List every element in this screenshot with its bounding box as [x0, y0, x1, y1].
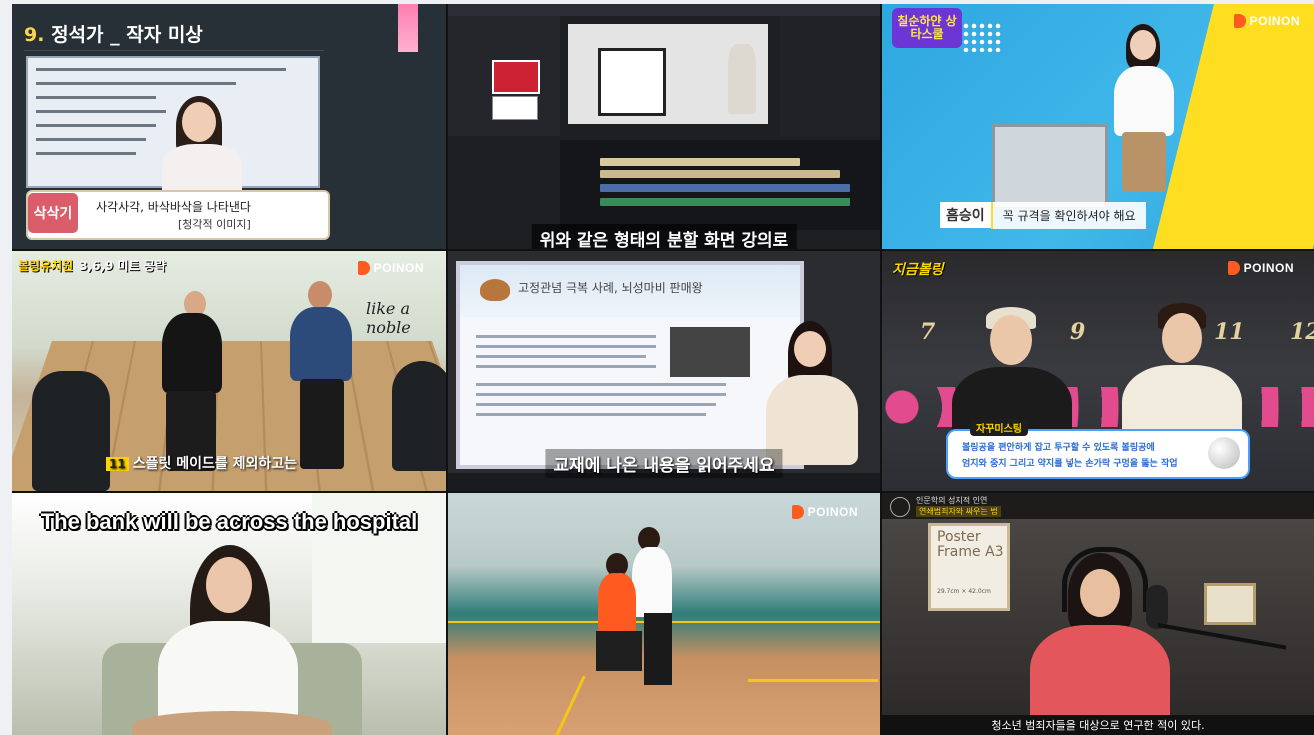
guest-face — [1162, 313, 1202, 363]
video-thumbnail-grid: 9. 정석가 _ 작자 미상 삭삭기 사각사각, 바삭바삭을 나타낸다 [청각적… — [12, 4, 1314, 735]
show-badge: 볼링유치원 3,6,9 미트 공략 — [18, 259, 166, 273]
channel-header: 인문학의 성지적 인연 연쇄범죄자와 싸우는 법 — [882, 493, 1314, 519]
lecturer-face — [182, 102, 216, 142]
student-body — [162, 313, 222, 393]
lane-number: 11 — [1214, 319, 1245, 345]
board-title: 9. 정석가 _ 작자 미상 — [24, 20, 203, 47]
lecture-tile-podcast[interactable]: 인문학의 성지적 인연 연쇄범죄자와 싸우는 법 Poster Frame A3… — [882, 493, 1314, 735]
board-title-text: 정석가 _ 작자 미상 — [51, 24, 203, 46]
subtitle: 위와 같은 형태의 분할 화면 강의로 — [531, 224, 797, 249]
lecture-tile-literature[interactable]: 9. 정석가 _ 작자 미상 삭삭기 사각사각, 바삭바삭을 나타낸다 [청각적… — [12, 4, 446, 249]
speaker-face — [206, 557, 252, 613]
presenter-top — [1114, 66, 1174, 136]
coach-legs — [644, 613, 672, 685]
caption-icon: 11 — [106, 457, 129, 471]
header-line-1: 인문학의 성지적 인연 — [916, 496, 988, 505]
board-divider — [24, 50, 324, 51]
product-cart — [992, 124, 1108, 210]
caption-line-2: [청각적 이미지] — [178, 218, 251, 231]
student-body — [598, 573, 636, 633]
lane-number: 7 — [920, 319, 936, 345]
bowling-balls — [882, 387, 1314, 427]
poinon-logo-icon — [357, 261, 370, 275]
board-title: 고정관념 극복 사례, 뇌성마비 판매왕 — [518, 281, 703, 295]
brand-logo: POINON — [791, 505, 858, 519]
host-face — [990, 315, 1032, 365]
coach-legs — [300, 379, 344, 469]
student-legs — [596, 631, 642, 671]
yellow-background-shape — [1151, 4, 1314, 249]
board-title-number: 9. — [24, 24, 45, 46]
channel-icon — [890, 497, 910, 517]
dots-decor — [962, 22, 1002, 52]
board-photo — [670, 327, 750, 377]
lane-number: 9 — [1070, 319, 1086, 345]
info-line-1: 볼링공을 편안하게 잡고 투구할 수 있도록 볼링공에 — [962, 443, 1155, 453]
speaker-name: 흠승이 — [940, 202, 991, 228]
wall-frame — [1204, 583, 1256, 625]
editor-menubar — [448, 4, 880, 16]
lecture-tile-english[interactable]: The bank will be across the hospital — [12, 493, 446, 735]
lecturer-face — [794, 331, 826, 367]
info-line-2: 엄지와 중지 그리고 약지를 넣는 손가락 구멍을 뚫는 작업 — [962, 459, 1178, 469]
header-line-2: 연쇄범죄자와 싸우는 법 — [916, 506, 1001, 517]
caption-line-1: 사각사각, 바삭바삭을 나타낸다 — [96, 200, 251, 214]
digital-board: 고정관념 극복 사례, 뇌성마비 판매왕 — [456, 261, 804, 469]
coach-body — [632, 547, 672, 617]
caption: 11 스플릿 메이드를 제외하고는 — [106, 453, 297, 473]
clip-thumbnail-1 — [492, 60, 540, 94]
caption: 흠승이 꼭 규격을 확인하셔야 해요 — [940, 201, 1146, 229]
subtitle: 교재에 나온 내용을 읽어주세요 — [545, 449, 783, 478]
coach-head — [308, 281, 332, 309]
court-line — [748, 679, 878, 682]
poinon-logo-icon — [1227, 261, 1240, 275]
brand-logo: POINON — [357, 261, 424, 275]
lecture-tile-squash[interactable]: POINON — [448, 493, 880, 735]
editor-properties-panel — [780, 16, 880, 136]
court-line — [553, 675, 586, 735]
decor-strip — [398, 4, 418, 52]
poinon-logo-icon — [1233, 14, 1246, 28]
teacher-figure — [728, 44, 756, 114]
poster-size: 29.7cm × 42.0cm — [937, 588, 991, 595]
subtitle-bar: 청소년 범죄자들을 대상으로 연구한 적이 있다. — [882, 715, 1314, 735]
ball-return-left — [32, 371, 110, 491]
ball-return-right — [392, 361, 446, 471]
presenter-face — [1130, 30, 1156, 60]
clip-thumbnail-2 — [492, 96, 538, 120]
poster: Poster Frame A3 29.7cm × 42.0cm — [928, 523, 1010, 611]
hedgehog-icon — [480, 279, 510, 301]
caption-text: 꼭 규격을 확인하셔야 해요 — [990, 201, 1146, 229]
lecture-tile-bowling[interactable]: like a noble 볼링유치원 3,6,9 미트 공략 POINON 11 스… — [12, 251, 446, 491]
editor-timeline — [560, 140, 880, 230]
show-logo: 지금볼링 — [892, 262, 944, 278]
poster-title: Poster Frame A3 — [937, 529, 1004, 561]
lane-number: 12 — [1290, 319, 1314, 345]
wall-lettering: like a noble — [366, 299, 411, 337]
subtitle: 청소년 범죄자들을 대상으로 연구한 적이 있다. — [991, 719, 1205, 732]
info-box: 자꾸미스팅 볼링공을 편안하게 잡고 투구할 수 있도록 볼링공에 엄지와 중지… — [946, 419, 1250, 479]
preview-frame — [598, 48, 666, 116]
lecture-tile-bowling-talk[interactable]: 지금볼링 POINON 7 9 11 12 자꾸미스팅 볼링공을 편안하게 잡고… — [882, 251, 1314, 491]
caption-tag: 삭삭기 — [28, 193, 78, 233]
brand-logo: POINON — [1233, 14, 1300, 28]
brand-logo: POINON — [1227, 261, 1294, 275]
mic-arm — [1157, 623, 1287, 650]
lecture-tile-editing[interactable]: 위와 같은 형태의 분할 화면 강의로 — [448, 4, 880, 249]
lecture-tile-textbook[interactable]: 고정관념 극복 사례, 뇌성마비 판매왕 교재에 나온 내용을 읽어주세요 — [448, 251, 880, 491]
show-logo: 칠순하얀 상타스쿨 — [892, 8, 962, 48]
coach-body — [290, 307, 352, 381]
headphones-icon — [1062, 547, 1148, 612]
table — [132, 711, 332, 735]
presenter-skirt — [1122, 132, 1166, 192]
headline: The bank will be across the hospital — [40, 509, 418, 534]
lecture-tile-product[interactable]: 칠순하얀 상타스쿨 POINON 흠승이 꼭 규격을 확인하셔야 해요 — [882, 4, 1314, 249]
bowling-ball-icon — [1208, 437, 1240, 469]
poinon-logo-icon — [791, 505, 804, 519]
microphone-icon — [1146, 585, 1168, 629]
lecturer-body — [162, 144, 242, 196]
info-label: 자꾸미스팅 — [970, 419, 1028, 436]
